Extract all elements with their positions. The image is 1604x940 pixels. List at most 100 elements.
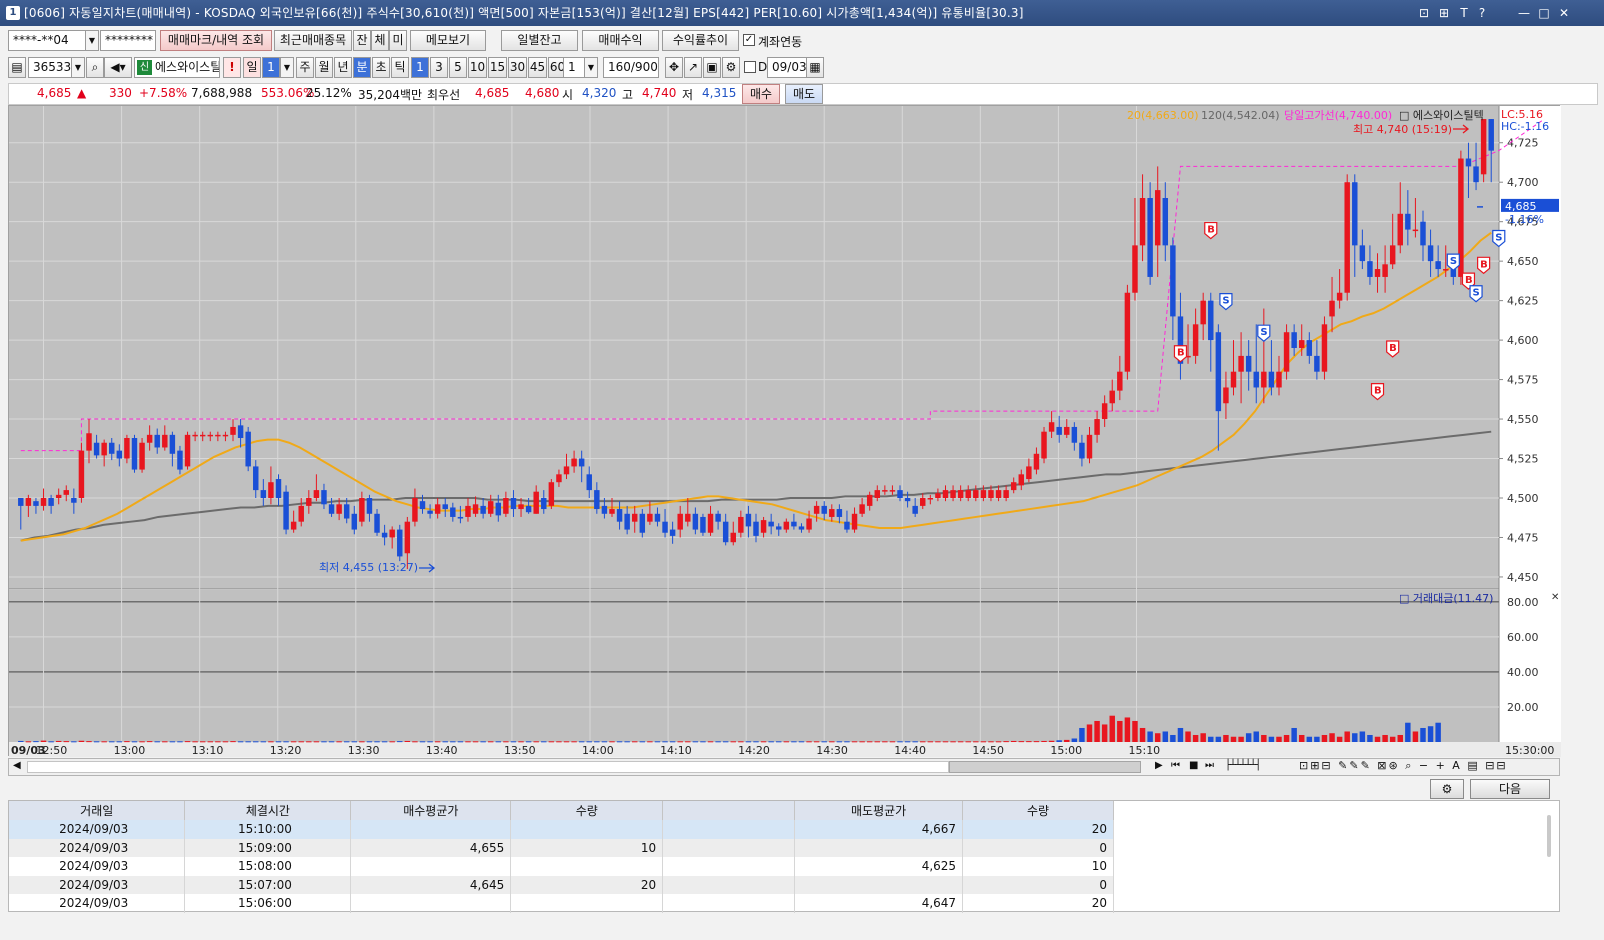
candle-body	[662, 521, 668, 533]
column-header-2[interactable]: 매수평균가	[350, 801, 512, 820]
candle-body	[306, 498, 312, 506]
period-button-0[interactable]: 주	[296, 57, 314, 78]
minimize-icon[interactable]: —	[1516, 5, 1532, 21]
interval-select[interactable]: 1	[563, 57, 585, 78]
period-day-button[interactable]: 일	[243, 57, 261, 78]
crosshair-icon[interactable]: ✥	[665, 57, 683, 78]
price-chart[interactable]: 4,7254,7004,6754,6504,6254,6004,5754,550…	[9, 106, 1561, 757]
column-header-6[interactable]: 수량	[962, 801, 1114, 820]
table-row[interactable]: 2024/09/03 15:09:00 4,655 10 0	[9, 838, 1114, 857]
chevron-down-icon[interactable]: ▼	[280, 57, 294, 78]
trade-profit-button[interactable]: 매매수익	[582, 30, 659, 51]
candle-body	[86, 433, 92, 451]
period-button-4[interactable]: 초	[372, 57, 390, 78]
buy-button[interactable]: 매수	[742, 84, 780, 104]
price-change: 330	[109, 86, 132, 100]
period-count-field[interactable]: 1	[262, 57, 280, 78]
interval-button-3[interactable]: 10	[468, 57, 487, 78]
help-icon[interactable]: ?	[1474, 5, 1490, 21]
candle-body	[1139, 198, 1146, 246]
tile-icon[interactable]: ⊞	[1436, 5, 1452, 21]
volume-bar	[321, 741, 327, 743]
layout-icon[interactable]: ▤	[8, 57, 26, 78]
interval-button-0[interactable]: 1	[411, 57, 429, 78]
candle-body	[442, 504, 448, 510]
interval-button-6[interactable]: 45	[528, 57, 547, 78]
volume-bar	[1405, 722, 1411, 742]
period-button-2[interactable]: 년	[334, 57, 352, 78]
table-row[interactable]: 2024/09/03 15:08:00 4,625 10	[9, 857, 1114, 876]
column-header-0[interactable]: 거래일	[9, 801, 186, 820]
table-settings-button[interactable]: ⚙	[1430, 779, 1464, 799]
stock-code-field[interactable]: 365330	[28, 57, 72, 78]
chevron-down-icon[interactable]: ▼	[584, 57, 598, 78]
warning-icon[interactable]: !	[223, 57, 241, 78]
period-button-1[interactable]: 월	[315, 57, 333, 78]
save-icon[interactable]: ▣	[703, 57, 721, 78]
interval-button-4[interactable]: 15	[488, 57, 507, 78]
bar-count-field[interactable]: 160/900	[603, 57, 659, 78]
date-checkbox[interactable]	[744, 61, 756, 73]
y-tick-label: 4,550	[1507, 413, 1539, 426]
table-row[interactable]: 2024/09/03 15:07:00 4,645 20 0	[9, 875, 1114, 894]
gear-icon[interactable]: ⚙	[722, 57, 740, 78]
font-icon[interactable]: T	[1456, 5, 1472, 21]
unexecuted-button[interactable]: 미	[389, 30, 407, 51]
balance-button[interactable]: 잔	[353, 30, 371, 51]
zoom-slider-icon[interactable]: ├┴┴┴┴┴┤	[1225, 760, 1261, 771]
return-trend-button[interactable]: 수익률추이	[662, 30, 739, 51]
column-header-1[interactable]: 체결시간	[184, 801, 352, 820]
candle-body	[1132, 245, 1138, 293]
memo-button[interactable]: 메모보기	[410, 30, 486, 51]
period-button-5[interactable]: 틱	[391, 57, 409, 78]
account-link-checkbox[interactable]: ✓	[743, 34, 755, 46]
chevron-down-icon[interactable]: ▼	[71, 57, 85, 78]
interval-button-5[interactable]: 30	[508, 57, 527, 78]
table-row[interactable]: 2024/09/03 15:06:00 4,647 20	[9, 894, 1114, 913]
chart-tools-icon[interactable]: ⊡⊞⊟ ✎✎✎ ⊠⊛ ⌕ − + A ▤ ⊟⊟	[1299, 759, 1508, 773]
period-button-3[interactable]: 분	[353, 57, 371, 78]
candle-body	[412, 498, 418, 522]
interval-button-1[interactable]: 3	[430, 57, 448, 78]
y-tick-label: 4,450	[1507, 571, 1539, 584]
account-link-label: 계좌연동	[758, 35, 803, 49]
maximize-icon[interactable]: □	[1536, 5, 1552, 21]
candle-body	[730, 532, 736, 543]
account-select[interactable]: ****-**04	[8, 30, 86, 51]
interval-button-2[interactable]: 5	[449, 57, 467, 78]
candle-body	[586, 474, 592, 491]
chevron-down-icon[interactable]: ▼	[85, 30, 99, 51]
column-header-4[interactable]	[662, 801, 796, 820]
password-field[interactable]: ********	[100, 30, 156, 51]
buy-marker-label: B	[1480, 259, 1488, 270]
next-page-button[interactable]: 다음	[1470, 779, 1550, 799]
column-header-5[interactable]: 매도평균가	[794, 801, 964, 820]
speaker-icon[interactable]: ◀▾	[104, 57, 132, 78]
chart-panel[interactable]: 4,725 4,700 4,675 4,650 4,625 4,600 4,575 4,550…	[8, 105, 1561, 757]
draw-tool-icon[interactable]: ↗	[684, 57, 702, 78]
daily-balance-button[interactable]: 일별잔고	[501, 30, 578, 51]
scroll-left-icon[interactable]: ◀	[13, 760, 21, 771]
search-icon[interactable]: ⌕	[86, 57, 104, 78]
date-field[interactable]: 09/03	[767, 57, 807, 78]
candle-body	[1374, 269, 1381, 277]
table-row[interactable]: 2024/09/03 15:10:00 4,667 20	[9, 820, 1114, 839]
play-icon[interactable]: ▶	[1155, 760, 1163, 771]
calendar-icon[interactable]: ▦	[806, 57, 824, 78]
rewind-icon[interactable]: ⏮	[1171, 760, 1180, 771]
stock-name-field[interactable]: 신 에스와이스틸텍	[134, 57, 220, 78]
table-scrollbar[interactable]	[1547, 815, 1551, 857]
stop-icon[interactable]: ■	[1189, 760, 1198, 771]
chart-scroll-bar[interactable]: ◀ ▶ ⏮ ■ ⏭ ├┴┴┴┴┴┤ ⊡⊞⊟ ✎✎✎ ⊠⊛ ⌕ − + A ▤ ⊟…	[8, 758, 1560, 776]
scroll-track[interactable]	[27, 761, 949, 773]
sell-button[interactable]: 매도	[785, 84, 823, 104]
recent-trade-button[interactable]: 최근매매종목	[274, 30, 352, 51]
fast-forward-icon[interactable]: ⏭	[1205, 760, 1214, 771]
candle-body	[1329, 300, 1335, 317]
scroll-thumb[interactable]	[949, 761, 1141, 773]
column-header-3[interactable]: 수량	[510, 801, 664, 820]
executed-button[interactable]: 체	[371, 30, 389, 51]
restore-icon[interactable]: ⊡	[1416, 5, 1432, 21]
trade-mark-query-button[interactable]: 매매마크/내역 조회	[160, 30, 272, 51]
close-icon[interactable]: ✕	[1556, 5, 1572, 21]
